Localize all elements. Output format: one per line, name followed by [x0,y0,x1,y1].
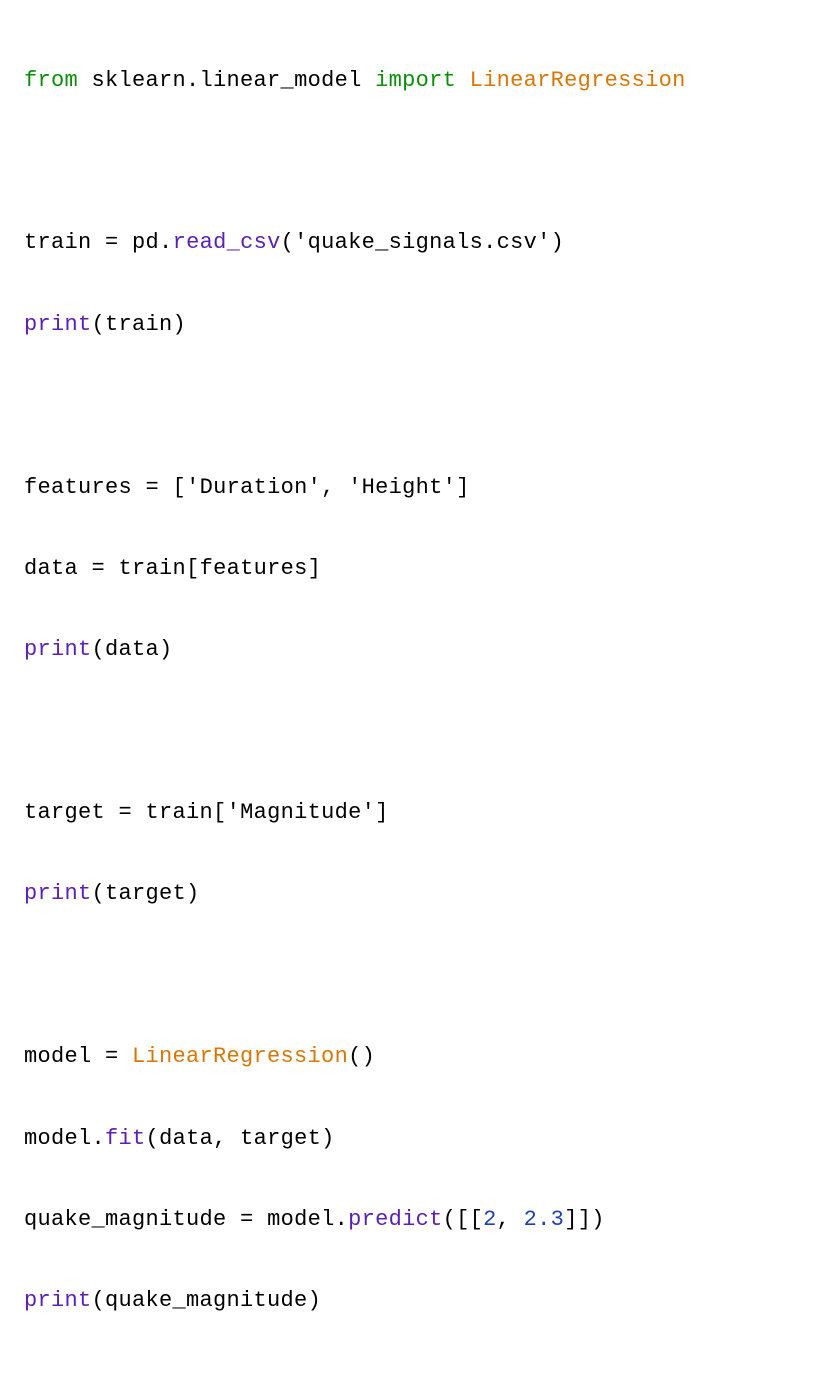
number-literal: 2 [483,1207,497,1232]
code-line-15: quake_magnitude = model.predict([[2, 2.3… [24,1200,801,1241]
identifier: target [24,800,105,825]
code-line-blank [24,142,801,183]
module-name: sklearn.linear_model [92,68,362,93]
method-predict: predict [348,1207,443,1232]
identifier: model [267,1207,335,1232]
method-fit: fit [105,1126,146,1151]
code-line-4: print(train) [24,305,801,346]
identifier: data [105,637,159,662]
code-line-11: print(target) [24,874,801,915]
function-print: print [24,881,92,906]
method-read-csv: read_csv [173,230,281,255]
keyword-from: from [24,68,78,93]
class-name: LinearRegression [470,68,686,93]
identifier: train [119,556,187,581]
code-line-3: train = pd.read_csv('quake_signals.csv') [24,223,801,264]
python-code-block: from sklearn.linear_model import LinearR… [24,20,801,1363]
function-print: print [24,1288,92,1313]
code-line-13: model = LinearRegression() [24,1037,801,1078]
string-literal: 'Magnitude' [227,800,376,825]
identifier: data [24,556,78,581]
identifier: train [105,312,173,337]
class-name: LinearRegression [132,1044,348,1069]
identifier: train [146,800,214,825]
code-line-14: model.fit(data, target) [24,1119,801,1160]
code-line-blank [24,956,801,997]
identifier: quake_magnitude [105,1288,308,1313]
identifier: model [24,1044,92,1069]
code-line-1: from sklearn.linear_model import LinearR… [24,61,801,102]
identifier-train: train [24,230,92,255]
identifier: features [24,475,132,500]
code-line-8: print(data) [24,630,801,671]
identifier: target [240,1126,321,1151]
code-line-16: print(quake_magnitude) [24,1281,801,1322]
identifier: data [159,1126,213,1151]
code-line-10: target = train['Magnitude'] [24,793,801,834]
identifier: target [105,881,186,906]
identifier: quake_magnitude [24,1207,227,1232]
code-line-blank [24,712,801,753]
string-literal: 'quake_signals.csv' [294,230,551,255]
function-print: print [24,312,92,337]
function-print: print [24,637,92,662]
number-literal: 2.3 [524,1207,565,1232]
identifier: features [200,556,308,581]
keyword-import: import [375,68,456,93]
string-literal: 'Height' [348,475,456,500]
identifier: model [24,1126,92,1151]
code-line-7: data = train[features] [24,549,801,590]
code-line-blank [24,386,801,427]
code-line-6: features = ['Duration', 'Height'] [24,468,801,509]
string-literal: 'Duration' [186,475,321,500]
identifier-pd: pd [132,230,159,255]
